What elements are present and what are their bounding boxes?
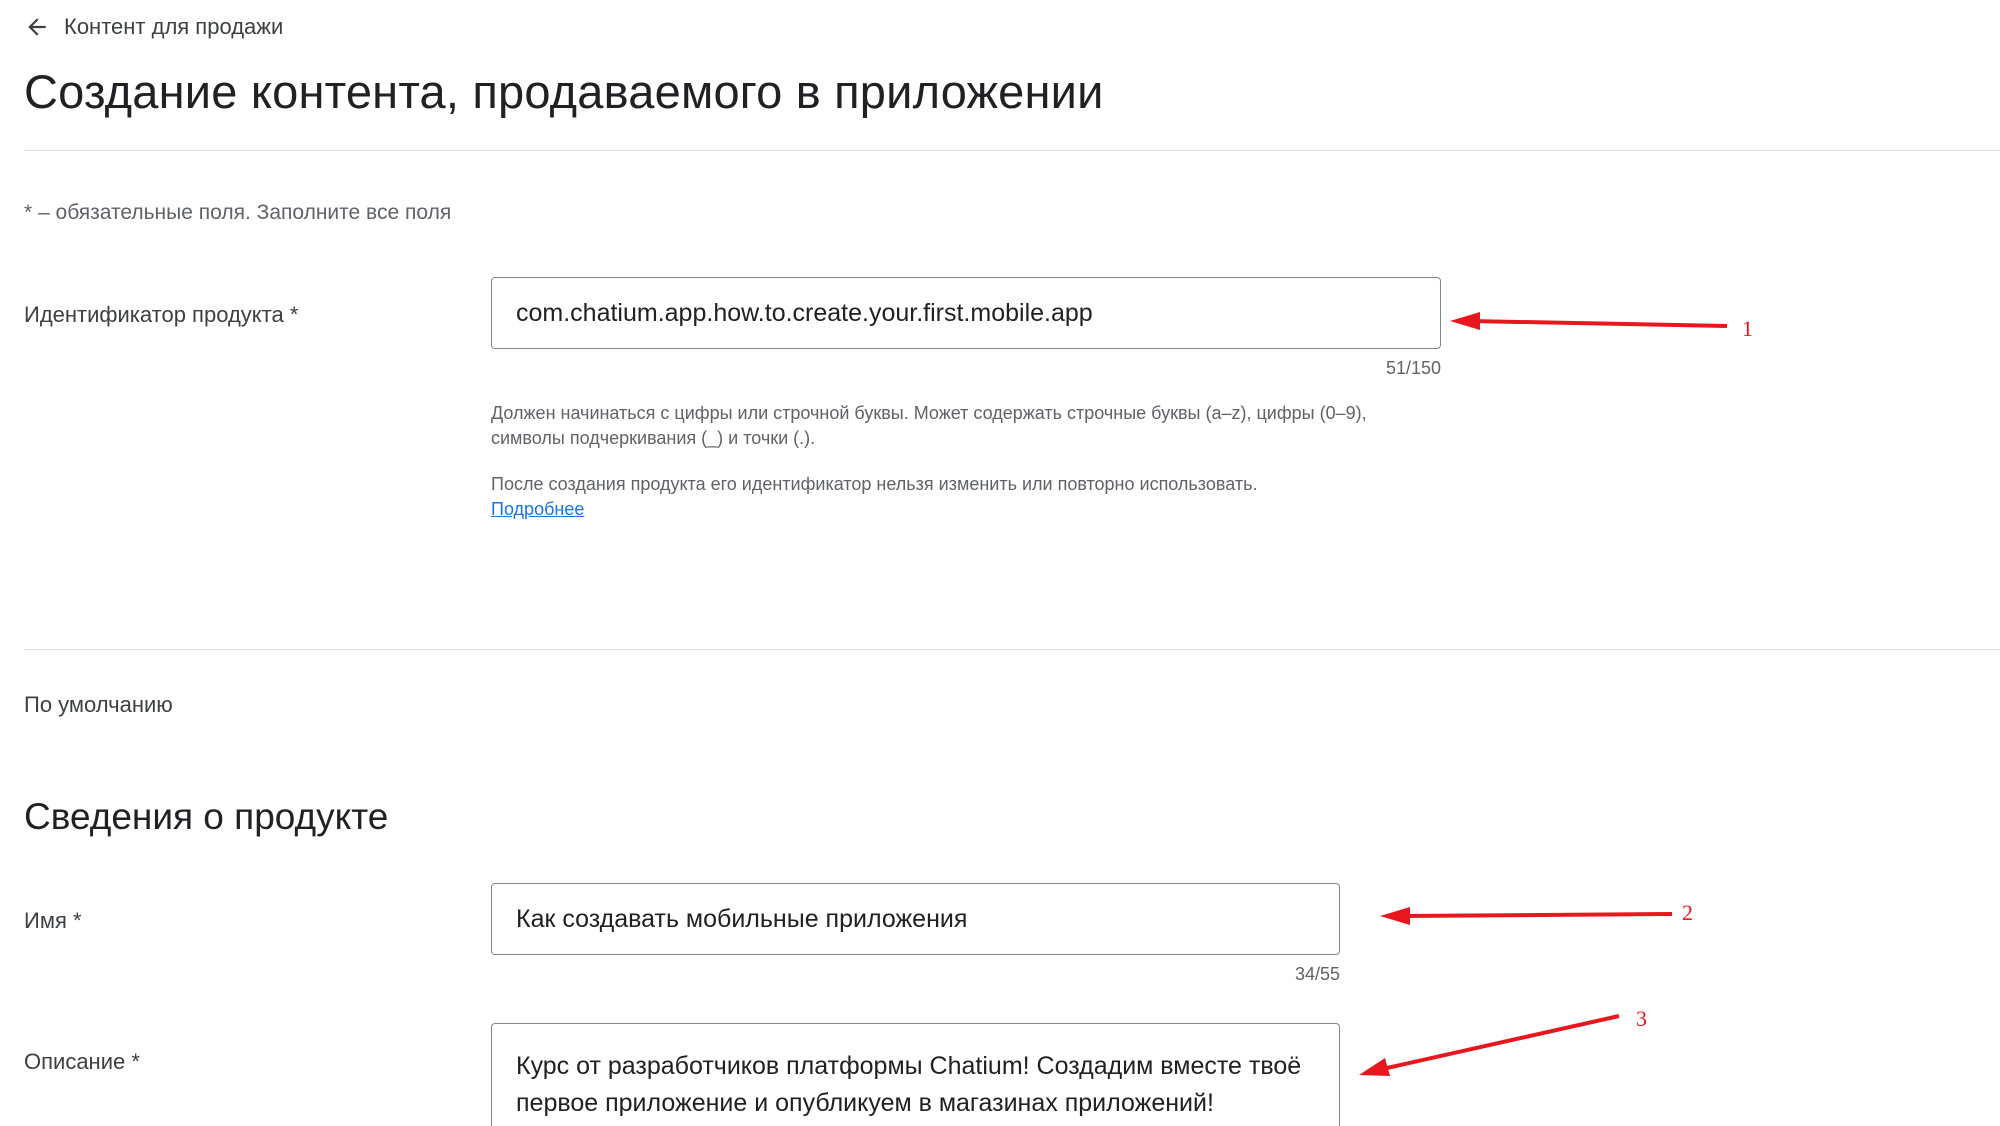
section-divider	[24, 649, 2000, 650]
annotation-number-1: 1	[1742, 316, 1753, 341]
annotation-number-2: 2	[1682, 900, 1693, 925]
description-label: Описание *	[24, 1049, 140, 1074]
header-divider	[24, 150, 2000, 151]
annotation-number-3: 3	[1636, 1006, 1647, 1031]
product-id-help-text: Должен начинаться с цифры или строчной б…	[491, 403, 1367, 448]
required-note: * – обязательные поля. Заполните все пол…	[24, 201, 452, 224]
annotation-arrow-2	[1380, 907, 1673, 925]
arrow-left-icon	[24, 14, 50, 40]
name-label: Имя *	[24, 908, 82, 933]
annotation-arrow-3	[1359, 1014, 1620, 1076]
product-id-label: Идентификатор продукта *	[24, 302, 299, 327]
learn-more-link[interactable]: Подробнее	[491, 499, 584, 519]
page: Контент для продажи Создание контента, п…	[0, 0, 2000, 1126]
default-language-label: По умолчанию	[24, 692, 173, 717]
back-link-label: Контент для продажи	[64, 14, 284, 39]
page-title: Создание контента, продаваемого в прилож…	[24, 65, 1104, 118]
annotation-arrow-1	[1450, 312, 1728, 330]
product-id-counter: 51/150	[1385, 358, 1441, 378]
product-id-value: com.chatium.app.how.to.create.your.first…	[516, 298, 1093, 327]
product-id-immutable-text: После создания продукта его идентификато…	[491, 474, 1258, 494]
annotation-arrows	[1359, 312, 1728, 1076]
name-input[interactable]: Как создавать мобильные приложения	[491, 883, 1340, 955]
name-counter: 34/55	[1294, 964, 1340, 984]
back-link[interactable]: Контент для продажи	[24, 14, 283, 40]
name-value: Как создавать мобильные приложения	[516, 904, 968, 933]
description-value: Курс от разработчиков платформы Chatium!…	[516, 1052, 1302, 1117]
product-info-title: Сведения о продукте	[24, 796, 389, 837]
product-id-input[interactable]: com.chatium.app.how.to.create.your.first…	[491, 277, 1441, 349]
description-textarea[interactable]: Курс от разработчиков платформы Chatium!…	[491, 1023, 1340, 1126]
product-id-immutable-note: После создания продукта его идентификато…	[491, 472, 1441, 522]
